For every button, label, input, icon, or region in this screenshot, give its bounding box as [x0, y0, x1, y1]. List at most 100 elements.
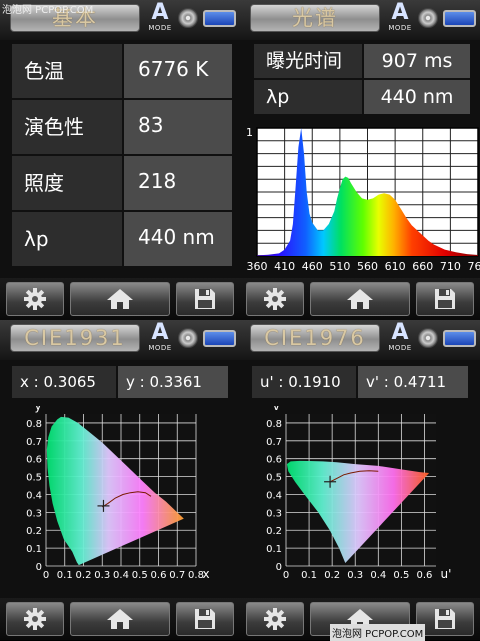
x-tick-label: 0.7 [169, 570, 185, 581]
gear-icon [263, 607, 287, 631]
x-tick-label: 0.3 [94, 570, 110, 581]
cri-value: 83 [124, 100, 232, 154]
basic-panel: 基本 A MODE 色温 6776 K 演色性 83 照度 218 λp 440… [0, 0, 240, 320]
spectrum-chart: 1 360410460510560610660710760 [240, 122, 480, 278]
x-tick-label: 0.1 [301, 570, 317, 581]
cie1976-panel: CIE1976 A MODE u' : 0.1910 v' : 0.4711 0… [240, 320, 480, 640]
x-tick-label: 460 [302, 260, 323, 273]
cct-label: 色温 [12, 44, 122, 98]
save-button[interactable] [176, 282, 234, 316]
x-tick-label: 0.4 [113, 570, 129, 581]
x-tick-label: 0.2 [324, 570, 340, 581]
bottom-bar [0, 278, 240, 320]
x-tick-label: 0.5 [132, 570, 148, 581]
spectrum-plot: 1 360410460510560610660710760 [240, 122, 480, 274]
peak-wavelength-value: 440 nm [124, 212, 232, 266]
settings-button[interactable] [6, 282, 64, 316]
x-tick-label: 0.6 [417, 570, 433, 581]
x-coordinate: x : 0.3065 [12, 366, 116, 398]
y-tick-label: 0.6 [266, 455, 282, 466]
cie1931-panel: CIE1931 A MODE x : 0.3065 y : 0.3361 [0, 320, 240, 640]
mode-indicator[interactable]: A MODE [387, 2, 413, 34]
lens-icon [178, 8, 198, 28]
home-button[interactable] [70, 602, 170, 636]
x-tick-label: 0 [43, 570, 49, 581]
cct-value: 6776 K [124, 44, 232, 98]
panel-title[interactable]: CIE1976 [250, 324, 380, 352]
settings-button[interactable] [246, 602, 304, 636]
chromaticity-readout: u' : 0.1910 v' : 0.4711 [252, 366, 468, 398]
y-tick-label: 0 [36, 562, 42, 573]
mode-indicator[interactable]: A MODE [147, 2, 173, 34]
y-tick-label: 0.5 [26, 473, 42, 484]
gear-icon [23, 287, 47, 311]
mode-letter: A [147, 322, 173, 344]
mode-indicator[interactable]: A MODE [387, 322, 413, 354]
mode-letter: A [387, 2, 413, 24]
x-tick-label: 0.6 [151, 570, 167, 581]
top-bar: CIE1976 A MODE [240, 320, 480, 360]
x-tick-label: 510 [329, 260, 350, 273]
cie1976-diagram: 00.10.20.30.40.50.600.10.20.30.40.50.60.… [240, 406, 480, 596]
y-tick-label: 0.5 [266, 473, 282, 484]
table-row: λp 440 nm [254, 80, 470, 116]
y-tick-label: 0.2 [266, 526, 282, 537]
y-tick-label: 0.6 [26, 455, 42, 466]
table-row: 色温 6776 K [12, 44, 232, 100]
top-bar: CIE1931 A MODE [0, 320, 240, 360]
table-row: 曝光时间 907 ms [254, 44, 470, 80]
home-button[interactable] [70, 282, 170, 316]
x-tick-label: 0.5 [393, 570, 409, 581]
y-tick-label: 0 [276, 562, 282, 573]
v-coordinate: v' : 0.4711 [358, 366, 468, 398]
panel-title[interactable]: CIE1931 [10, 324, 140, 352]
mode-label: MODE [147, 24, 173, 32]
save-icon [194, 608, 216, 630]
lux-label: 照度 [12, 156, 122, 210]
battery-icon [443, 10, 476, 27]
exposure-value: 907 ms [364, 44, 470, 78]
peak-wavelength-label: λp [12, 212, 122, 266]
home-button[interactable] [310, 282, 410, 316]
y-tick-label: 0.2 [26, 526, 42, 537]
gear-icon [23, 607, 47, 631]
battery-icon [203, 330, 236, 347]
x-tick-label: 0.1 [57, 570, 73, 581]
y-axis-label: y [34, 406, 41, 413]
spectrum-info: 曝光时间 907 ms λp 440 nm [254, 44, 470, 116]
x-axis-label: x [202, 567, 209, 581]
x-tick-label: 0.2 [76, 570, 92, 581]
y-max-label: 1 [246, 126, 253, 139]
settings-button[interactable] [246, 282, 304, 316]
watermark: 泡泡网 PCPOP.COM [2, 1, 93, 16]
mode-indicator[interactable]: A MODE [147, 322, 173, 354]
settings-button[interactable] [6, 602, 64, 636]
y-tick-label: 0.3 [266, 508, 282, 519]
top-bar: 光谱 A MODE [240, 0, 480, 40]
save-button[interactable] [176, 602, 234, 636]
mode-letter: A [387, 322, 413, 344]
x-tick-label: 360 [247, 260, 268, 273]
gear-icon [263, 287, 287, 311]
mode-label: MODE [387, 344, 413, 352]
x-tick-label: 0.4 [370, 570, 386, 581]
x-tick-label: 660 [412, 260, 433, 273]
home-icon [346, 287, 374, 311]
y-tick-label: 0.4 [266, 490, 282, 501]
save-button[interactable] [416, 282, 474, 316]
watermark: 泡泡网 PCPOP.COM [330, 624, 425, 641]
y-tick-label: 0.1 [266, 544, 282, 555]
home-icon [106, 287, 134, 311]
save-icon [194, 288, 216, 310]
lens-icon [418, 8, 438, 28]
x-tick-label: 410 [274, 260, 295, 273]
panel-title[interactable]: 光谱 [250, 4, 380, 32]
cri-label: 演色性 [12, 100, 122, 154]
y-tick-label: 0.4 [26, 490, 42, 501]
home-icon [106, 607, 134, 631]
bottom-bar [240, 278, 480, 320]
y-tick-label: 0.1 [26, 544, 42, 555]
y-tick-label: 0.3 [26, 508, 42, 519]
y-tick-label: 0.7 [266, 437, 282, 448]
peak-wavelength-label: λp [254, 80, 362, 114]
